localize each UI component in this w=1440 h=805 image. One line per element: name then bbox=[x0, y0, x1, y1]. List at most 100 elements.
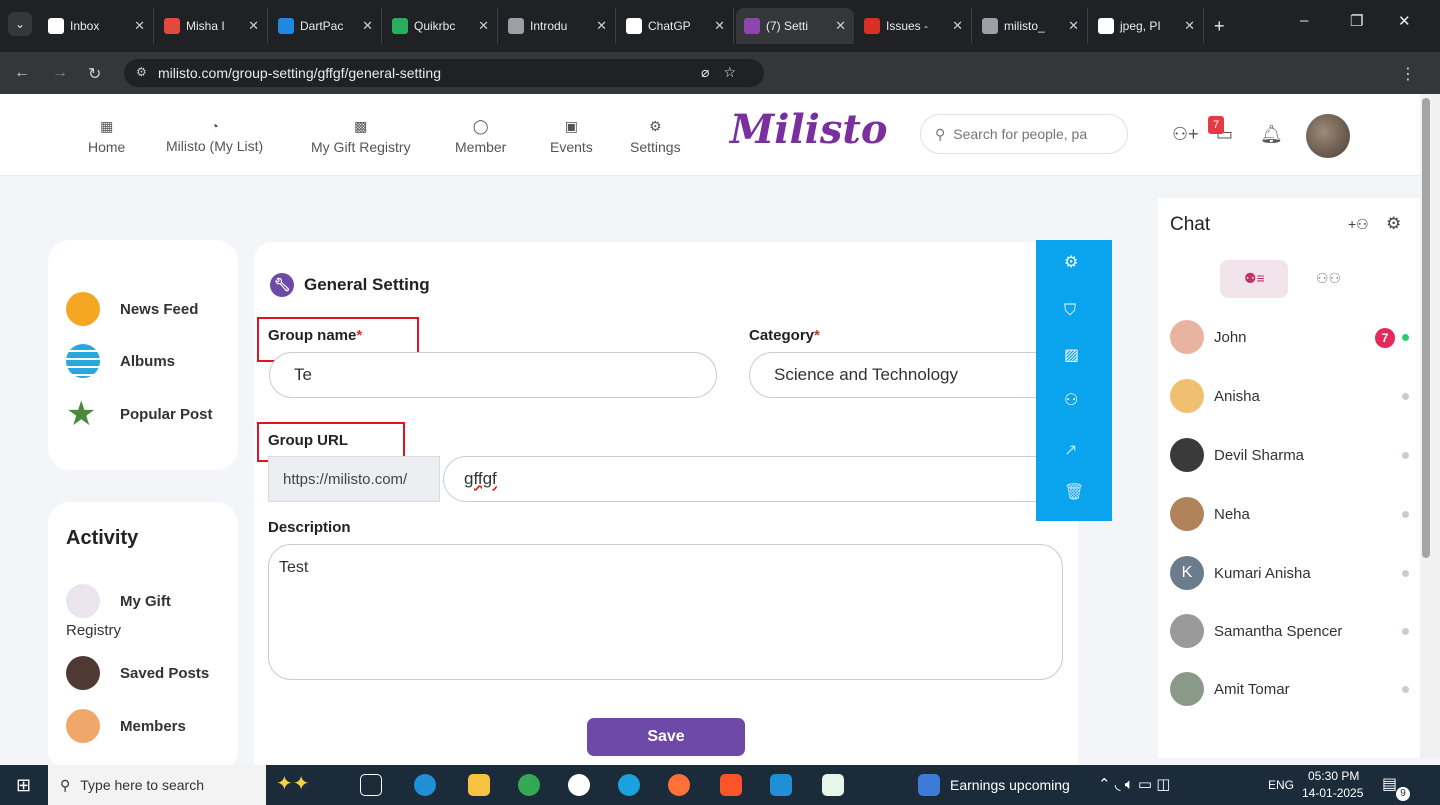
scrollbar-thumb[interactable] bbox=[1422, 98, 1430, 558]
search-input[interactable] bbox=[953, 126, 1114, 142]
menu-news-feed[interactable]: News Feed bbox=[66, 292, 198, 326]
windows-start-icon[interactable]: ⊞ bbox=[16, 775, 31, 796]
chat-settings-icon[interactable]: ⚙ bbox=[1386, 214, 1401, 234]
image-icon[interactable]: ▨ bbox=[1064, 345, 1079, 365]
edge-icon[interactable] bbox=[618, 774, 640, 796]
search-box[interactable]: ⚲ bbox=[920, 114, 1128, 154]
close-window-icon[interactable]: ✕ bbox=[1398, 12, 1411, 30]
tab-close-icon[interactable]: ✕ bbox=[362, 18, 373, 34]
tab-close-icon[interactable]: ✕ bbox=[1068, 18, 1079, 34]
nav-settings[interactable]: ⚙ Settings bbox=[630, 118, 681, 155]
browser-tab[interactable]: Inbox ✕ bbox=[40, 8, 154, 44]
menu-popular-post[interactable]: ★ Popular Post bbox=[66, 397, 213, 431]
members-icon[interactable]: ⚇ bbox=[1064, 390, 1078, 410]
tab-close-icon[interactable]: ✕ bbox=[952, 18, 963, 34]
browser-tab[interactable]: Quikrbc ✕ bbox=[384, 8, 498, 44]
chat-contact[interactable]: Neha bbox=[1170, 497, 1250, 531]
activity-members[interactable]: Members bbox=[66, 709, 186, 743]
tray-icons[interactable]: ⌃ ◟ 🔈︎ ▭ ◫ bbox=[1098, 775, 1170, 793]
taskbar-search[interactable]: ⚲ Type here to search bbox=[48, 765, 266, 805]
chat-contact[interactable]: Anisha bbox=[1170, 379, 1260, 413]
firefox-icon[interactable] bbox=[668, 774, 690, 796]
bell-icon[interactable]: 🔔︎ bbox=[1260, 124, 1283, 145]
category-select[interactable]: Science and Technology bbox=[749, 352, 1049, 398]
groups-tab-icon[interactable]: ⚇⚇ bbox=[1316, 270, 1341, 287]
forward-icon[interactable]: → bbox=[52, 64, 68, 82]
browser-tab[interactable]: (7) Setti ✕ bbox=[736, 8, 854, 44]
site-info-icon[interactable]: ⚙ bbox=[136, 65, 147, 79]
bookmark-star-icon[interactable]: ⌀☆ bbox=[701, 64, 750, 81]
group-name-input[interactable]: Te bbox=[269, 352, 717, 398]
brave-icon[interactable] bbox=[720, 774, 742, 796]
browser-tab[interactable]: milisto_ ✕ bbox=[974, 8, 1088, 44]
tab-close-icon[interactable]: ✕ bbox=[134, 18, 145, 34]
nav-label: My Gift Registry bbox=[311, 139, 411, 155]
tab-close-icon[interactable]: ✕ bbox=[835, 18, 846, 34]
nav-member[interactable]: ◯ Member bbox=[455, 118, 506, 155]
browser-tab[interactable]: ChatGP ✕ bbox=[618, 8, 734, 44]
presence-dot bbox=[1402, 393, 1409, 400]
language-indicator[interactable]: ENG bbox=[1268, 778, 1294, 792]
group-url-input[interactable]: gffgf bbox=[443, 456, 1049, 502]
user-avatar[interactable] bbox=[1306, 114, 1350, 158]
menu-albums[interactable]: Albums bbox=[66, 344, 175, 378]
description-textarea[interactable]: Test bbox=[268, 544, 1063, 680]
reload-icon[interactable]: ↻ bbox=[88, 64, 101, 84]
chat-contact[interactable]: K Kumari Anisha bbox=[1170, 556, 1311, 590]
minimize-icon[interactable]: – bbox=[1300, 12, 1308, 29]
nav-my-list[interactable]: ◔ Milisto (My List) bbox=[166, 118, 263, 154]
tab-close-icon[interactable]: ✕ bbox=[714, 18, 725, 34]
gear-icon[interactable]: ⚙ bbox=[1064, 252, 1078, 272]
browser-tab[interactable]: DartPac ✕ bbox=[270, 8, 382, 44]
chat-contact[interactable]: Samantha Spencer bbox=[1170, 614, 1342, 648]
tab-favicon-icon bbox=[392, 18, 408, 34]
back-icon[interactable]: ← bbox=[14, 64, 30, 82]
trending-icon[interactable]: ↗ bbox=[1064, 440, 1077, 460]
save-button[interactable]: Save bbox=[587, 718, 745, 756]
file-explorer-icon[interactable] bbox=[468, 774, 490, 796]
restore-icon[interactable]: ❐ bbox=[1350, 12, 1363, 30]
activity-gift-registry[interactable]: My Gift bbox=[66, 584, 171, 618]
tab-close-icon[interactable]: ✕ bbox=[478, 18, 489, 34]
tab-close-icon[interactable]: ✕ bbox=[248, 18, 259, 34]
browser-menu-icon[interactable]: ⋮ bbox=[1400, 64, 1416, 84]
add-group-icon[interactable]: +⚇ bbox=[1348, 216, 1369, 233]
contact-name: Amit Tomar bbox=[1214, 680, 1290, 698]
chart-app-icon[interactable] bbox=[822, 774, 844, 796]
browser-tab[interactable]: Misha I ✕ bbox=[156, 8, 268, 44]
task-view-icon[interactable] bbox=[360, 774, 382, 796]
milisto-logo[interactable]: Milisto bbox=[730, 106, 888, 153]
app-icon[interactable] bbox=[568, 774, 590, 796]
new-tab-button[interactable]: + bbox=[1206, 8, 1233, 44]
nav-gift-registry[interactable]: ▩ My Gift Registry bbox=[311, 118, 411, 155]
shield-icon[interactable]: ⛉ bbox=[1064, 302, 1076, 320]
activity-saved-posts[interactable]: Saved Posts bbox=[66, 656, 209, 690]
chat-contact[interactable]: Devil Sharma bbox=[1170, 438, 1304, 472]
page-scrollbar[interactable] bbox=[1420, 94, 1440, 758]
chat-contact[interactable]: Amit Tomar bbox=[1170, 672, 1290, 706]
news-text[interactable]: Earnings upcoming bbox=[950, 777, 1070, 793]
nav-home[interactable]: ▦ Home bbox=[88, 118, 125, 155]
nav-events[interactable]: ▣ Events bbox=[550, 118, 593, 155]
clock-time[interactable]: 05:30 PM bbox=[1308, 769, 1359, 783]
browser-tab[interactable]: Introdu ✕ bbox=[500, 8, 616, 44]
chrome-icon[interactable] bbox=[518, 774, 540, 796]
tab-close-icon[interactable]: ✕ bbox=[1184, 18, 1195, 34]
browser-tab[interactable]: jpeg, PI ✕ bbox=[1090, 8, 1204, 44]
tab-search-button[interactable]: ⌄ bbox=[8, 12, 32, 36]
notification-icon[interactable]: ▤ bbox=[1382, 774, 1397, 794]
chat-contact[interactable]: John bbox=[1170, 320, 1247, 354]
pie-chart-icon: ◔ bbox=[210, 118, 219, 134]
url-field[interactable]: ⚙ milisto.com/group-setting/gffgf/genera… bbox=[124, 59, 764, 87]
browser-tab[interactable]: Issues - ✕ bbox=[856, 8, 972, 44]
skype-icon[interactable] bbox=[770, 774, 792, 796]
contact-name: Samantha Spencer bbox=[1214, 622, 1343, 640]
trash-icon[interactable]: 🗑︎ bbox=[1064, 482, 1084, 502]
add-friend-icon[interactable]: ⚇+ bbox=[1172, 124, 1199, 145]
clock-date[interactable]: 14-01-2025 bbox=[1302, 786, 1363, 800]
news-icon[interactable] bbox=[918, 774, 940, 796]
tab-close-icon[interactable]: ✕ bbox=[596, 18, 607, 34]
copilot-icon[interactable]: ✦✦ bbox=[276, 771, 310, 796]
contact-avatar bbox=[1170, 320, 1204, 354]
skype-icon[interactable] bbox=[414, 774, 436, 796]
